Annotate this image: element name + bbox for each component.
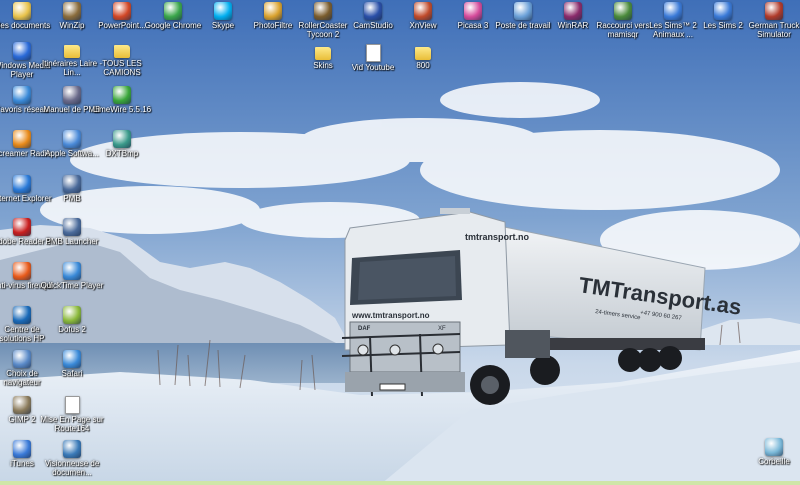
media-player-icon bbox=[13, 42, 31, 60]
pmb-launcher-icon bbox=[63, 218, 81, 236]
antivirus-icon bbox=[13, 262, 31, 280]
skype-icon bbox=[214, 2, 232, 20]
browser-choice-icon bbox=[13, 350, 31, 368]
desktop-icon-dofus-2[interactable]: Dofus 2 bbox=[40, 306, 104, 334]
radio-icon bbox=[13, 130, 31, 148]
xnview-icon bbox=[414, 2, 432, 20]
manual-icon bbox=[63, 86, 81, 104]
chrome-icon bbox=[164, 2, 182, 20]
itunes-icon bbox=[13, 440, 31, 458]
pmb-icon bbox=[63, 175, 81, 193]
document-icon bbox=[365, 44, 381, 62]
camstudio-icon bbox=[364, 2, 382, 20]
desktop-icon-label: Mise En Page sur Route164 bbox=[40, 415, 104, 433]
desktop-icon-label: LimeWire 5.5.16 bbox=[92, 105, 152, 114]
ie-icon bbox=[13, 175, 31, 193]
desktop-icon-label: PMB bbox=[63, 194, 81, 203]
sims-icon bbox=[664, 2, 682, 20]
desktop-icon-label: TOUS LES CAMIONS bbox=[102, 59, 142, 77]
dxtbmp-icon bbox=[113, 130, 131, 148]
photofiltre-icon bbox=[264, 2, 282, 20]
desktop-icon-safari[interactable]: Safari bbox=[40, 350, 104, 378]
safari-icon bbox=[63, 350, 81, 368]
folder-icon bbox=[415, 47, 431, 60]
truck-sim-icon bbox=[765, 2, 783, 20]
desktop-icon-pmb-launcher[interactable]: PMB Launcher bbox=[40, 218, 104, 246]
desktop-icon-label: DXTBmp bbox=[105, 149, 139, 158]
cab-website-text: www.tmtransport.no bbox=[351, 311, 430, 320]
rollercoaster-icon bbox=[314, 2, 332, 20]
folder-icon bbox=[64, 45, 80, 58]
document-viewer-icon bbox=[63, 440, 81, 458]
desktop-icon-label: Safari bbox=[61, 369, 83, 378]
sims-icon bbox=[714, 2, 732, 20]
dofus-icon bbox=[63, 306, 81, 324]
taskbar bbox=[0, 481, 800, 485]
my-documents-icon bbox=[13, 2, 31, 20]
shortcut-icon bbox=[614, 2, 632, 20]
desktop-icon-visionneuse-de-documen[interactable]: Visionneuse de documen... bbox=[40, 440, 104, 477]
desktop-icon-label: Dofus 2 bbox=[58, 325, 86, 334]
network-icon bbox=[13, 86, 31, 104]
desktop-icon-label: Corbeille bbox=[758, 457, 790, 466]
desktop-icon-german-truck-simulator[interactable]: German Truck Simulator bbox=[742, 2, 800, 39]
desktop-icon-pmb[interactable]: PMB bbox=[40, 175, 104, 203]
limewire-icon bbox=[113, 86, 131, 104]
desktop-icon-800[interactable]: 800 bbox=[391, 44, 455, 70]
hp-icon bbox=[13, 306, 31, 324]
desktop-icon-dxtbmp[interactable]: DXTBmp bbox=[90, 130, 154, 158]
desktop-icon-corbeille[interactable]: Corbeille bbox=[742, 438, 800, 466]
gimp-icon bbox=[13, 396, 31, 414]
folder-icon bbox=[315, 47, 331, 60]
quicktime-icon bbox=[63, 262, 81, 280]
winrar-icon bbox=[564, 2, 582, 20]
desktop-icon-limewire-5-5-16[interactable]: LimeWire 5.5.16 bbox=[90, 86, 154, 114]
desktop-icon-mise-en-page-sur-route164[interactable]: Mise En Page sur Route164 bbox=[40, 396, 104, 433]
adobe-reader-icon bbox=[13, 218, 31, 236]
desktop-icon-label: German Truck Simulator bbox=[748, 21, 800, 39]
document-icon bbox=[64, 396, 80, 414]
recycle-bin-icon bbox=[765, 438, 783, 456]
desktop-icon-label: Visionneuse de documen... bbox=[44, 459, 100, 477]
desktop-icon-label: PMB Launcher bbox=[45, 237, 99, 246]
folder-icon bbox=[114, 45, 130, 58]
desktop-icon-quicktime-player[interactable]: QuickTime Player bbox=[40, 262, 104, 290]
desktop-icon-label: 800 bbox=[416, 61, 430, 70]
powerpoint-icon bbox=[113, 2, 131, 20]
apple-update-icon bbox=[63, 130, 81, 148]
cab-model-text: XF bbox=[438, 326, 446, 332]
picasa-icon bbox=[464, 2, 482, 20]
cab-grille-text: DAF bbox=[358, 326, 371, 332]
my-computer-icon bbox=[514, 2, 532, 20]
desktop-icon-label: QuickTime Player bbox=[40, 281, 104, 290]
cab-brand-text: tmtransport.no bbox=[465, 232, 530, 242]
desktop-icon-tous-les-camions[interactable]: TOUS LES CAMIONS bbox=[90, 42, 154, 77]
winzip-icon bbox=[63, 2, 81, 20]
